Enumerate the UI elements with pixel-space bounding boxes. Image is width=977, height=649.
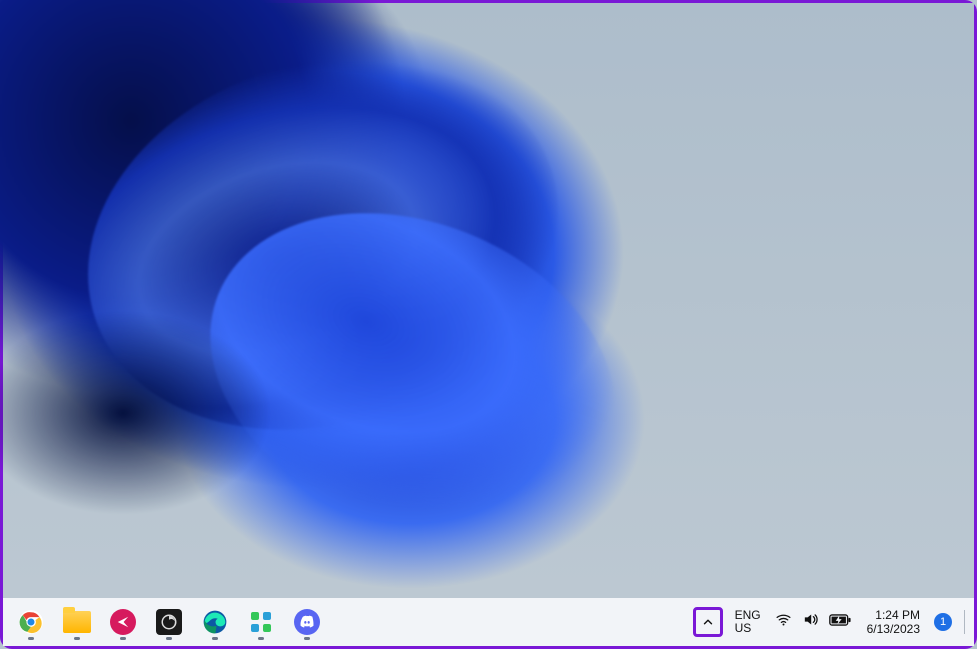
taskbar: ENG US 1:24 PM 6/13/2023 1 <box>3 598 974 646</box>
battery-icon <box>829 613 851 632</box>
taskbar-pinned-apps <box>9 602 329 642</box>
quick-settings[interactable] <box>769 602 857 642</box>
tray-overflow-button[interactable] <box>689 602 727 642</box>
language-line2: US <box>735 622 761 635</box>
taskbar-app-file-explorer[interactable] <box>55 602 99 642</box>
wifi-icon <box>775 611 792 633</box>
taskbar-app-edge[interactable] <box>193 602 237 642</box>
show-desktop-button[interactable] <box>964 610 968 634</box>
notification-badge[interactable]: 1 <box>934 613 952 631</box>
taskbar-app-screenpresso[interactable] <box>101 602 145 642</box>
notification-count: 1 <box>940 616 946 628</box>
taskbar-app-chrome[interactable] <box>9 602 53 642</box>
discord-icon <box>293 608 321 636</box>
screenpresso-icon <box>109 608 137 636</box>
running-indicator <box>28 637 34 640</box>
running-indicator <box>304 637 310 640</box>
edge-icon <box>201 608 229 636</box>
volume-icon <box>802 611 819 633</box>
running-indicator <box>74 637 80 640</box>
running-indicator <box>166 637 172 640</box>
running-indicator <box>212 637 218 640</box>
running-indicator <box>120 637 126 640</box>
clock-time: 1:24 PM <box>867 608 920 622</box>
chrome-icon <box>17 608 45 636</box>
clock[interactable]: 1:24 PM 6/13/2023 <box>861 602 926 642</box>
taskbar-app-discord[interactable] <box>285 602 329 642</box>
desktop-wallpaper[interactable] <box>3 3 974 598</box>
system-tray: ENG US 1:24 PM 6/13/2023 1 <box>689 602 968 642</box>
obs-icon <box>155 608 183 636</box>
language-indicator[interactable]: ENG US <box>731 602 765 642</box>
running-indicator <box>258 637 264 640</box>
four-squares-icon <box>247 608 275 636</box>
chevron-up-icon <box>693 607 723 637</box>
taskbar-app-obs[interactable] <box>147 602 191 642</box>
folder-icon <box>63 608 91 636</box>
taskbar-app-green[interactable] <box>239 602 283 642</box>
clock-date: 6/13/2023 <box>867 622 920 636</box>
